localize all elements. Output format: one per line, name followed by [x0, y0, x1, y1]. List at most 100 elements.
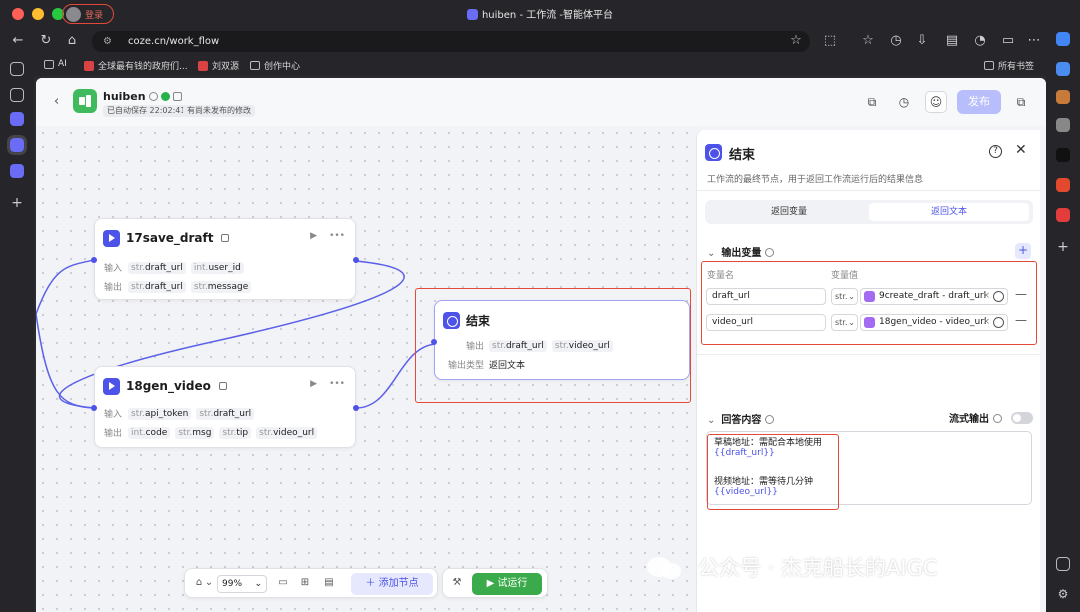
param-pill: str.tip [219, 426, 252, 439]
stream-output-label: 流式输出 [949, 410, 1002, 425]
play-icon: ▶ [486, 578, 498, 589]
tag-icon[interactable] [1056, 62, 1070, 76]
param-pill: int.user_id [190, 261, 244, 274]
node-title: 17save_draft [126, 231, 214, 245]
publish-button[interactable]: 发布 [957, 90, 1001, 114]
watermark-text: 公众号 · 杰克船长的AIGC [698, 556, 938, 580]
workflow-logo-icon [73, 89, 97, 113]
settings-gear-icon[interactable]: ⚙ [1056, 587, 1070, 601]
favorites-icon[interactable]: ☆ [860, 33, 876, 49]
note-icon[interactable] [221, 234, 230, 242]
bookmark-star-icon[interactable]: ☆ [788, 33, 804, 49]
auto-layout-icon[interactable]: ⊞ [299, 577, 311, 589]
stream-output-toggle[interactable] [1011, 412, 1033, 424]
tab-return-variables[interactable]: 返回变量 [709, 203, 869, 221]
chevron-down-icon[interactable]: ⌄ [203, 577, 215, 589]
chevron-down-icon: ⌄ [707, 415, 716, 426]
coze-tab-icon[interactable] [7, 135, 27, 155]
add-sidebar-icon[interactable]: + [1056, 240, 1070, 254]
node-gen-video[interactable]: 18gen_video ▶ ••• 输入 str.api_token str.d… [94, 366, 356, 448]
debug-tool-icon[interactable]: ⚒ [451, 577, 463, 589]
note-icon[interactable] [218, 382, 227, 390]
plugin-icon [103, 377, 120, 395]
node-save-draft[interactable]: 17save_draft ▶ ••• 输入 str.draft_url int.… [94, 218, 356, 300]
coze-app: ‹ huiben 已自动保存 22:02:41 有尚未发布的修改 ⧉ ◷ ☺ 发… [36, 78, 1046, 612]
chess-icon[interactable] [1056, 118, 1070, 132]
download-icon[interactable]: ⇩ [914, 33, 930, 49]
info-icon[interactable] [765, 248, 775, 257]
info-icon[interactable] [765, 415, 775, 424]
add-variable-button[interactable]: + [1015, 243, 1031, 259]
info-icon[interactable] [993, 414, 1002, 423]
node-header: 17save_draft [103, 229, 230, 247]
back-chevron-icon[interactable]: ‹ [54, 94, 59, 109]
new-tab-icon[interactable]: + [10, 196, 24, 210]
param-pill: str.api_token [128, 407, 192, 420]
site-settings-icon[interactable]: ⚙ [103, 31, 112, 52]
reading-mode-icon[interactable]: ▤ [944, 33, 960, 49]
collaborator-button[interactable]: ☺ [925, 91, 947, 113]
address-bar[interactable]: ⚙ coze.cn/work_flow [92, 31, 810, 52]
close-icon[interactable]: ✕ [1015, 142, 1027, 158]
input-port[interactable] [91, 405, 97, 411]
bookmark-liu[interactable]: 刘双源 [198, 59, 239, 72]
output-port[interactable] [353, 405, 359, 411]
zoom-select[interactable]: 99% ⌄ [217, 575, 267, 593]
copy-icon[interactable]: ⧉ [862, 92, 882, 112]
all-bookmarks[interactable]: 所有书签 [984, 59, 1034, 72]
output-port[interactable] [353, 257, 359, 263]
input-port[interactable] [91, 257, 97, 263]
bookmark-ai[interactable]: AI [44, 59, 67, 69]
add-node-button[interactable]: ＋ 添加节点 [351, 573, 433, 595]
coze-tab-icon[interactable] [10, 164, 24, 178]
bookmarks-bar: AI 全球最有钱的政府们... 刘双源 创作中心 所有书签 [0, 54, 1080, 76]
minimap-icon[interactable]: ▭ [277, 577, 289, 589]
back-arrow-icon[interactable]: ← [10, 33, 26, 49]
wallet-icon[interactable]: ▭ [1000, 33, 1016, 49]
plugin-icon [103, 229, 120, 247]
app-header: ‹ huiben 已自动保存 22:02:41 有尚未发布的修改 ⧉ ◷ ☺ 发… [36, 78, 1046, 126]
wechat-icon [647, 557, 681, 579]
panel-description: 工作流的最终节点，用于返回工作流运行后的结果信息 [707, 175, 924, 185]
bookmark-gov[interactable]: 全球最有钱的政府们... [84, 59, 188, 72]
chevron-down-icon: ⌄ [254, 579, 262, 589]
help-icon[interactable]: ? [989, 145, 1002, 158]
tabs-icon[interactable] [10, 62, 24, 76]
info-icon[interactable] [148, 92, 158, 101]
performance-icon[interactable]: ◔ [972, 33, 988, 49]
output-section-header[interactable]: ⌄ 输出变量 [707, 244, 775, 259]
more-menu-icon[interactable]: ⋯ [1026, 33, 1042, 49]
workspace-icon[interactable] [10, 88, 24, 102]
run-node-icon[interactable]: ▶ [310, 379, 317, 389]
run-toolbar: ⚒ ▶ 试运行 [442, 568, 548, 598]
folder-icon [44, 59, 54, 69]
workflow-canvas[interactable]: 17save_draft ▶ ••• 输入 str.draft_url int.… [36, 126, 696, 612]
node-inputs: 输入 str.api_token str.draft_url [104, 407, 255, 420]
bookmark-creator[interactable]: 创作中心 [250, 59, 300, 72]
home-icon[interactable]: ⌂ [64, 33, 80, 49]
note-icon[interactable]: ▤ [323, 577, 335, 589]
chart-icon [250, 61, 260, 70]
window-titlebar: 登录 huiben - 工作流 -智能体平台 [0, 0, 1080, 28]
more-icon[interactable]: ••• [329, 231, 345, 241]
test-run-button[interactable]: ▶ 试运行 [472, 573, 542, 595]
reload-icon[interactable]: ↻ [38, 33, 54, 49]
run-node-icon[interactable]: ▶ [310, 231, 317, 241]
history-icon[interactable]: ◷ [888, 33, 904, 49]
google-icon[interactable] [1056, 32, 1070, 46]
red-app-icon[interactable] [1056, 208, 1070, 222]
extensions-icon[interactable]: ⬚ [822, 33, 838, 49]
edit-icon[interactable] [172, 92, 182, 101]
history-icon[interactable]: ◷ [894, 92, 914, 112]
param-pill: str.draft_url [196, 407, 255, 420]
plus-icon: ＋ [365, 578, 379, 589]
weibo-icon[interactable] [1056, 178, 1070, 192]
coze-tab-icon[interactable] [10, 112, 24, 126]
answer-section-header[interactable]: ⌄ 回答内容 [707, 411, 775, 426]
split-view-icon[interactable] [1056, 557, 1070, 571]
duplicate-icon[interactable]: ⧉ [1011, 92, 1031, 112]
tiktok-icon[interactable] [1056, 148, 1070, 162]
briefcase-icon[interactable] [1056, 90, 1070, 104]
more-icon[interactable]: ••• [329, 379, 345, 389]
tab-return-text[interactable]: 返回文本 [869, 203, 1029, 221]
